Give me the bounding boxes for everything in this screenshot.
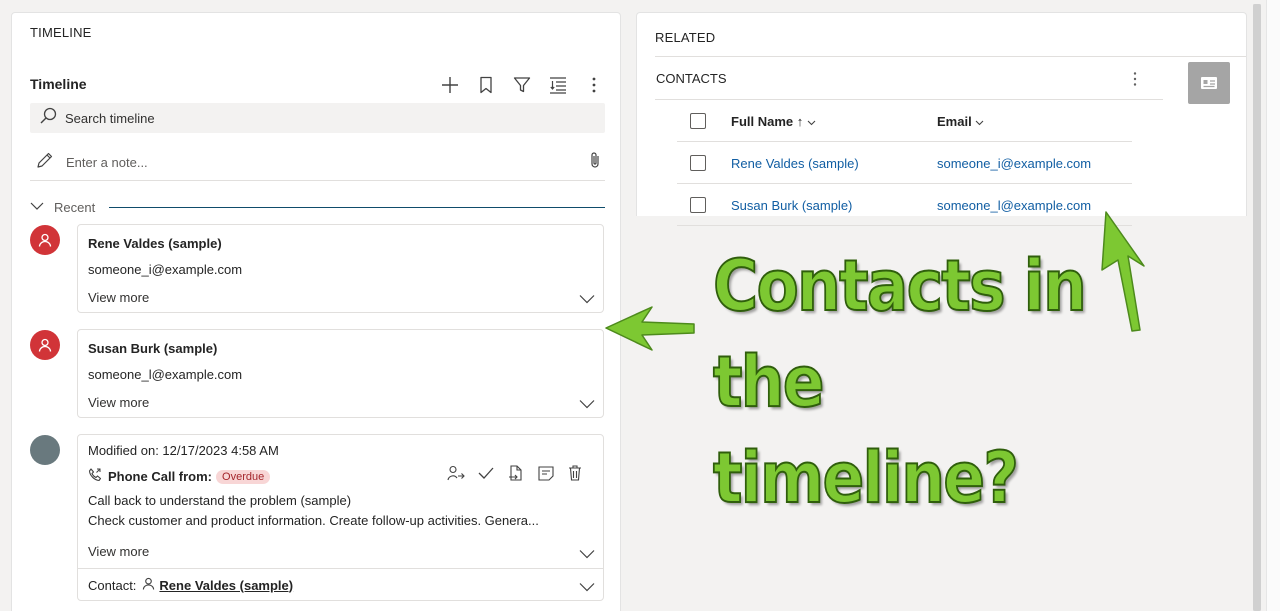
card-email: someone_i@example.com xyxy=(88,262,243,277)
activity-type-row: Phone Call from: Overdue xyxy=(88,468,271,485)
table-row: Susan Burk (sample) someone_l@example.co… xyxy=(677,184,1132,226)
person-icon xyxy=(142,577,155,593)
person-icon xyxy=(38,233,52,247)
recent-label: Recent xyxy=(54,199,96,215)
activity-subject: Call back to understand the problem (sam… xyxy=(88,493,352,508)
timeline-header-title: Timeline xyxy=(30,76,87,92)
activity-description: Check customer and product information. … xyxy=(88,513,539,528)
annotation-text: Contacts in the timeline? xyxy=(712,238,1127,526)
modified-on: Modified on: 12/17/2023 4:58 AM xyxy=(88,443,279,458)
delete-icon[interactable] xyxy=(567,465,583,486)
contact-name-link[interactable]: Rene Valdes (sample) xyxy=(731,156,859,171)
timeline-panel: TIMELINE Timeline Enter a note... xyxy=(11,12,621,611)
chevron-down-icon[interactable] xyxy=(579,396,595,414)
contacts-title: CONTACTS xyxy=(656,71,727,86)
timeline-section-caption: TIMELINE xyxy=(30,25,92,40)
checkmark-icon[interactable] xyxy=(477,465,495,486)
divider xyxy=(655,56,1246,57)
contact-link[interactable]: Rene Valdes (sample) xyxy=(159,578,293,593)
view-more-link[interactable]: View more xyxy=(88,544,149,559)
chevron-down-icon[interactable] xyxy=(579,291,595,309)
contact-card-icon[interactable] xyxy=(1188,62,1230,104)
chevron-down-icon xyxy=(975,114,984,129)
grid-header-row: Full Name ↑ Email xyxy=(677,100,1132,142)
recent-group-header[interactable]: Recent xyxy=(30,197,605,217)
contact-email-link[interactable]: someone_i@example.com xyxy=(937,156,1091,171)
timeline-card-contact: Susan Burk (sample) someone_l@example.co… xyxy=(77,329,604,418)
avatar xyxy=(30,330,60,360)
phone-icon xyxy=(88,468,102,485)
row-checkbox[interactable] xyxy=(690,197,706,213)
person-icon xyxy=(38,338,52,352)
timeline-toolbar xyxy=(438,73,606,97)
contacts-grid: Full Name ↑ Email Rene Valdes (sample) s… xyxy=(677,100,1132,226)
note-icon[interactable] xyxy=(537,465,555,486)
avatar xyxy=(30,225,60,255)
timeline-card-activity: Modified on: 12/17/2023 4:58 AM Phone Ca… xyxy=(77,434,604,601)
more-vertical-icon[interactable] xyxy=(1132,71,1138,92)
recent-divider xyxy=(109,206,605,208)
assign-icon[interactable] xyxy=(447,465,465,486)
related-panel: RELATED CONTACTS Full Name ↑ Email Rene … xyxy=(636,12,1247,226)
annotation-line-2: the timeline? xyxy=(712,340,1020,520)
search-icon xyxy=(40,107,57,129)
select-all-checkbox[interactable] xyxy=(690,113,706,129)
note-composer[interactable]: Enter a note... xyxy=(30,144,605,181)
activity-type-label: Phone Call from: xyxy=(108,469,213,484)
table-row: Rene Valdes (sample) someone_i@example.c… xyxy=(677,142,1132,184)
card-email: someone_l@example.com xyxy=(88,367,243,382)
column-label: Full Name xyxy=(731,114,794,129)
note-placeholder: Enter a note... xyxy=(66,154,148,170)
contact-email-link[interactable]: someone_l@example.com xyxy=(937,198,1091,213)
convert-document-icon[interactable] xyxy=(507,465,525,486)
row-checkbox[interactable] xyxy=(690,155,706,171)
sort-ascending-icon: ↑ xyxy=(796,114,804,129)
search-input[interactable] xyxy=(65,110,565,126)
add-icon[interactable] xyxy=(438,73,462,97)
view-more-link[interactable]: View more xyxy=(88,395,149,410)
card-title: Susan Burk (sample) xyxy=(88,341,218,356)
chevron-down-icon xyxy=(30,198,44,216)
activity-contact-footer: Contact: Rene Valdes (sample) xyxy=(78,568,603,601)
card-title: Rene Valdes (sample) xyxy=(88,236,222,251)
attachment-icon[interactable] xyxy=(589,151,601,174)
timeline-card-contact: Rene Valdes (sample) someone_i@example.c… xyxy=(77,224,604,313)
bookmark-icon[interactable] xyxy=(474,73,498,97)
activity-actions xyxy=(447,465,583,486)
column-header-email[interactable]: Email xyxy=(937,114,984,129)
contact-label: Contact: xyxy=(88,577,137,593)
chevron-down-icon xyxy=(807,114,816,129)
pencil-icon xyxy=(36,151,54,174)
scrollbar-thumb[interactable] xyxy=(1253,4,1261,611)
chevron-down-icon[interactable] xyxy=(579,546,595,564)
related-section-caption: RELATED xyxy=(655,30,716,45)
right-edge-strip xyxy=(1266,0,1280,611)
column-header-full-name[interactable]: Full Name ↑ xyxy=(731,114,816,129)
sort-icon[interactable] xyxy=(546,73,570,97)
column-label: Email xyxy=(937,114,972,129)
more-vertical-icon[interactable] xyxy=(582,73,606,97)
filter-icon[interactable] xyxy=(510,73,534,97)
timeline-search xyxy=(30,103,605,133)
avatar xyxy=(30,435,60,465)
status-badge: Overdue xyxy=(216,469,271,484)
chevron-down-icon[interactable] xyxy=(579,580,595,595)
contact-name-link[interactable]: Susan Burk (sample) xyxy=(731,198,852,213)
annotation-line-1: Contacts in xyxy=(712,244,1088,328)
view-more-link[interactable]: View more xyxy=(88,290,149,305)
left-arrow-annotation xyxy=(605,306,695,351)
